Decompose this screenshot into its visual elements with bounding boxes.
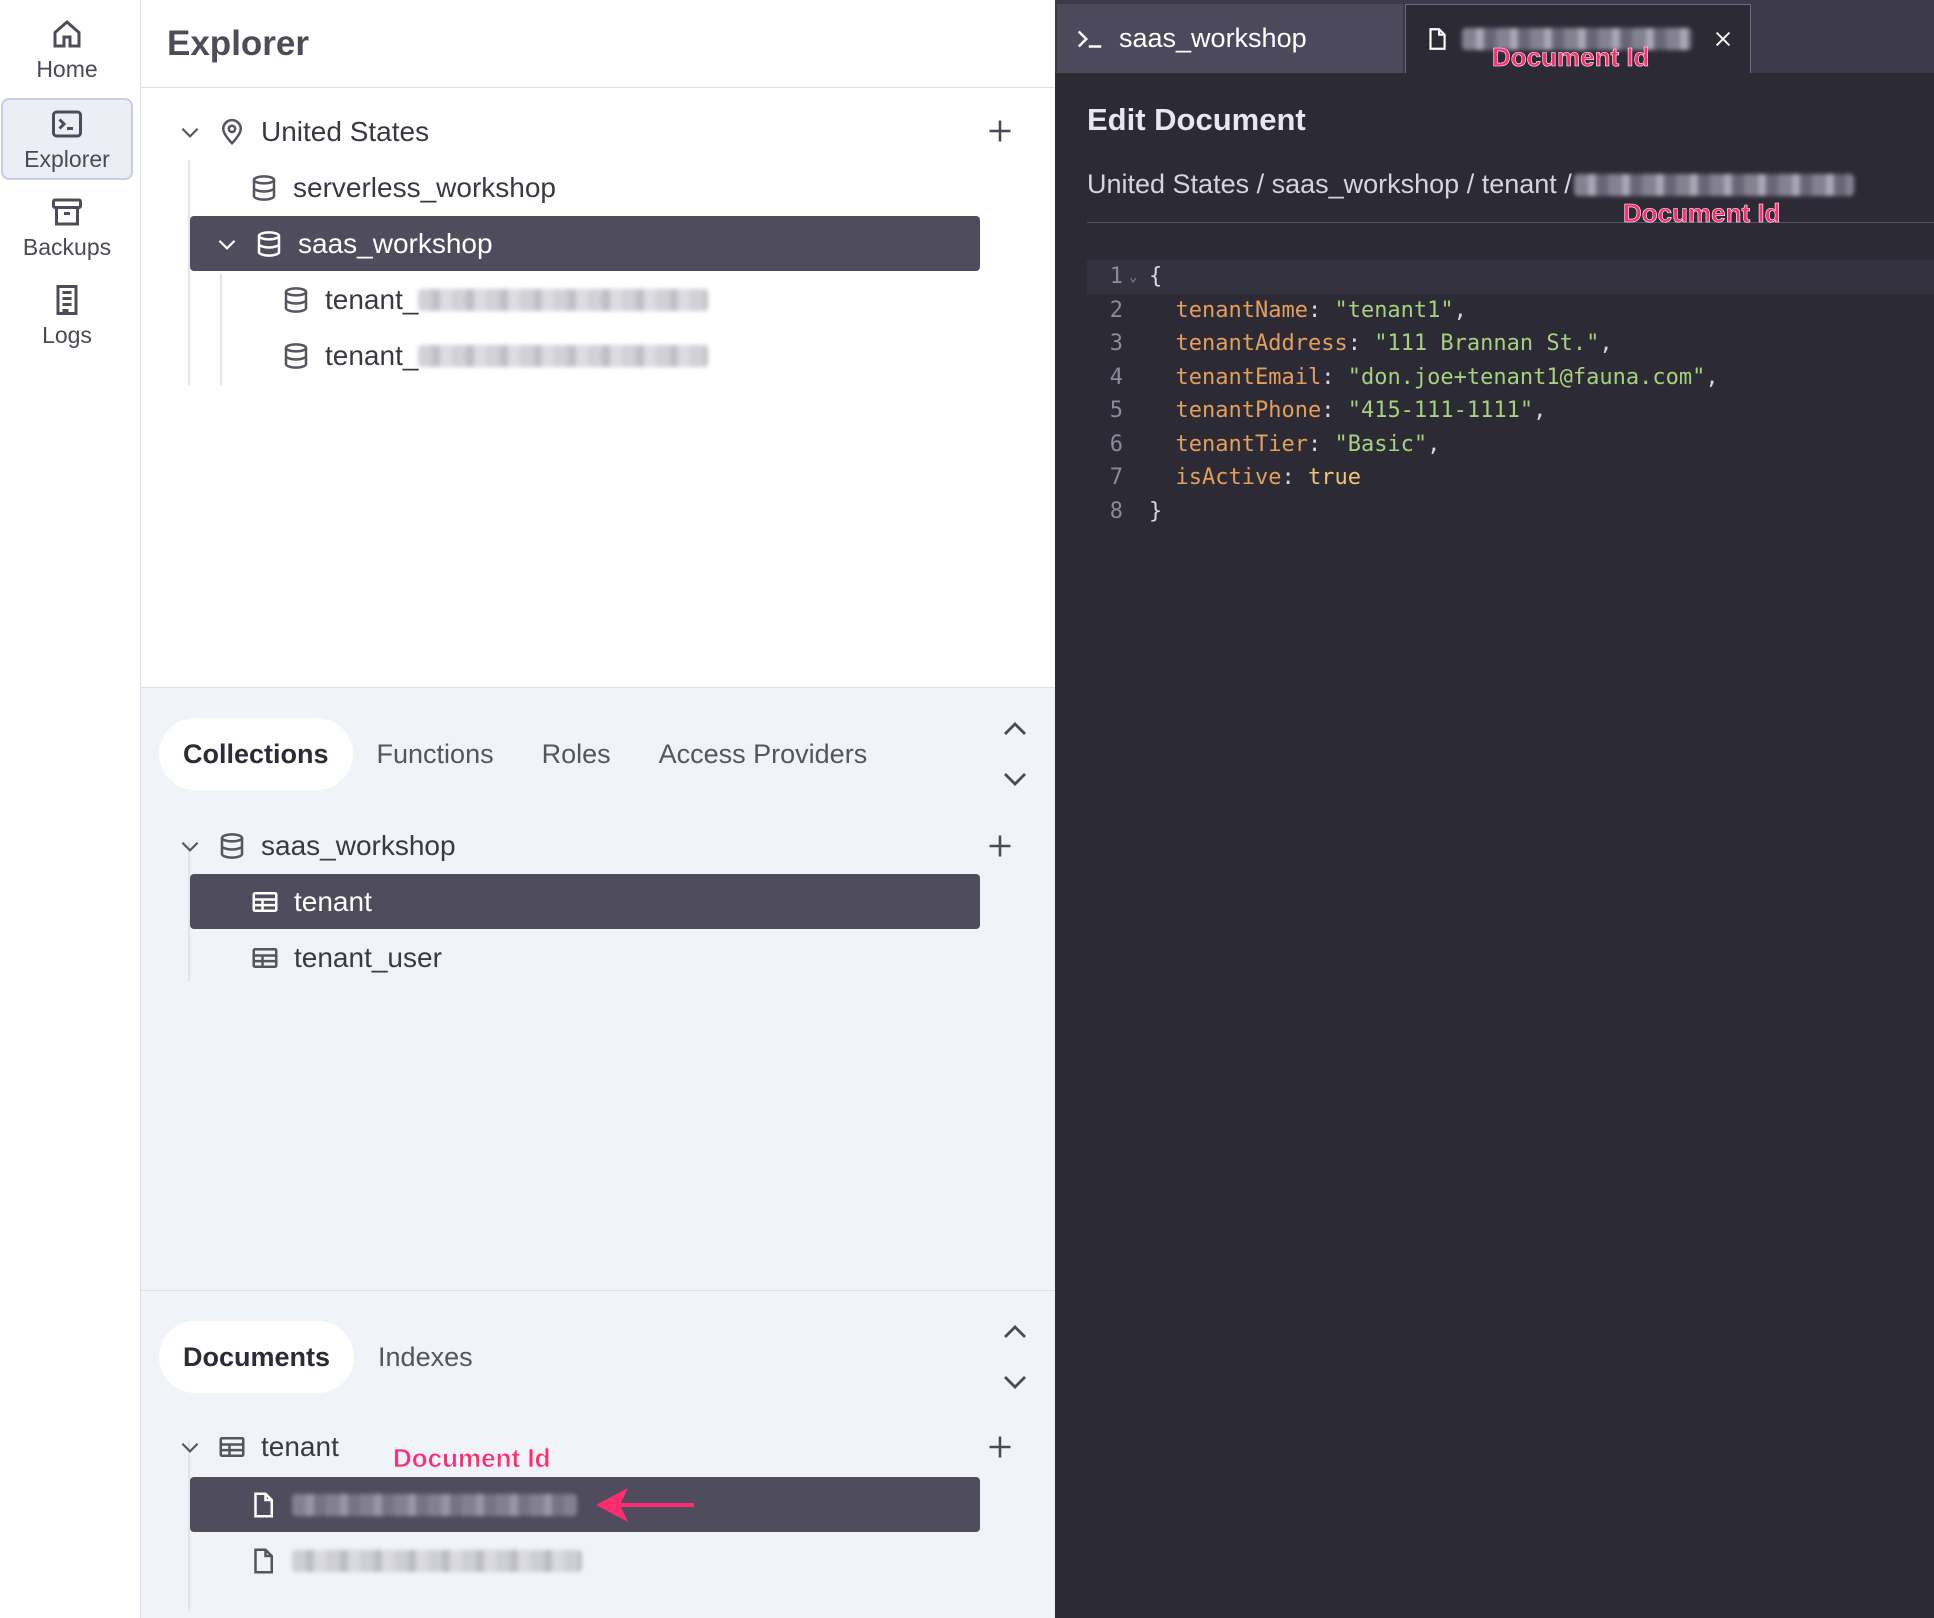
annotation-document-id-list: Document Id: [393, 1443, 551, 1474]
tree-guide: [220, 274, 222, 385]
chevron-down-icon[interactable]: [1000, 1367, 1030, 1397]
annotation-arrow-icon: [596, 1488, 694, 1522]
home-icon: [53, 19, 81, 47]
tab-access-providers[interactable]: Access Providers: [635, 718, 892, 790]
database-icon: [252, 174, 276, 201]
tab-indexes[interactable]: Indexes: [354, 1321, 497, 1393]
region-name: United States: [261, 115, 430, 147]
code-line: 8}: [1109, 498, 1163, 524]
terminal-icon: [52, 110, 82, 137]
database-name: saas_workshop: [298, 227, 493, 259]
database-icon: [257, 230, 281, 257]
chevron-down-icon[interactable]: [177, 833, 203, 859]
shell-icon: [1077, 30, 1102, 48]
tree-guide: [188, 160, 190, 385]
nav-rail: Home Explorer Backups Logs: [0, 0, 141, 1618]
redacted-text: [418, 344, 709, 367]
collection-database-name: saas_workshop: [261, 829, 456, 861]
chevron-up-icon[interactable]: [1000, 1317, 1030, 1347]
documents-panel: Documents Indexes tenant: [141, 1290, 1055, 1618]
location-pin-icon: [221, 118, 243, 145]
explorer-title: Explorer: [167, 24, 309, 63]
annotation-document-id-breadcrumb: Document Id: [1623, 198, 1781, 229]
breadcrumb: United States / saas_workshop / tenant /: [1087, 169, 1854, 200]
database-icon: [284, 286, 308, 313]
code-line: 3 tenantAddress: "111 Brannan St.",: [1109, 331, 1613, 357]
logs-icon: [56, 284, 78, 315]
redacted-document-id: [292, 1493, 577, 1516]
table-icon: [252, 891, 278, 912]
database-icon: [220, 832, 244, 859]
nav-item-home[interactable]: Home: [1, 8, 133, 90]
document-row[interactable]: [190, 1477, 980, 1532]
child-database-name: tenant_: [325, 283, 419, 315]
editor-panel: saas_workshop Edit Document United State…: [1055, 0, 1934, 1618]
documents-tabs: Documents Indexes: [159, 1321, 497, 1393]
document-icon: [254, 1548, 273, 1573]
chevron-down-icon[interactable]: [177, 119, 203, 145]
child-database-row[interactable]: tenant_: [281, 328, 921, 383]
explorer-panel: Explorer United States serverless_worksh…: [141, 0, 1055, 1618]
annotation-document-id-tab: Document Id: [1492, 42, 1650, 73]
nav-label: Home: [36, 55, 98, 82]
nav-label: Logs: [42, 321, 92, 348]
editor-tab-label: saas_workshop: [1119, 23, 1307, 53]
collection-name: tenant: [294, 885, 372, 917]
code-line: 7 isActive: true: [1109, 465, 1361, 491]
breadcrumb-path: United States / saas_workshop / tenant /: [1087, 169, 1572, 199]
fold-chevron-icon[interactable]: ⌄: [1129, 269, 1149, 285]
document-icon: [254, 1492, 273, 1517]
child-database-name: tenant_: [325, 339, 419, 371]
database-row-saas-workshop[interactable]: saas_workshop: [190, 216, 980, 271]
collection-row-tenant-user[interactable]: tenant_user: [250, 930, 950, 985]
code-editor[interactable]: 1 ⌄{ 2 tenantName: "tenant1", 3 tenantAdd…: [1087, 260, 1934, 528]
add-database-icon[interactable]: [986, 117, 1014, 145]
redacted-document-id: [1573, 173, 1854, 196]
table-icon: [219, 1436, 245, 1457]
nav-item-explorer[interactable]: Explorer: [1, 98, 133, 180]
collection-row-tenant[interactable]: tenant: [190, 874, 980, 929]
collections-panel: Collections Functions Roles Access Provi…: [141, 687, 1055, 1290]
tab-collections[interactable]: Collections: [159, 718, 353, 790]
table-icon: [252, 947, 278, 968]
database-name: serverless_workshop: [293, 171, 556, 203]
nav-item-backups[interactable]: Backups: [1, 186, 133, 268]
explorer-header: Explorer: [141, 0, 1055, 88]
code-line: 6 tenantTier: "Basic",: [1109, 431, 1441, 457]
nav-label: Explorer: [24, 145, 110, 172]
breadcrumb-divider: [1087, 222, 1934, 223]
archive-icon: [52, 198, 82, 225]
document-row[interactable]: [248, 1533, 848, 1588]
chevron-down-icon[interactable]: [214, 231, 240, 257]
redacted-document-id: [292, 1549, 582, 1572]
collections-tabs: Collections Functions Roles Access Provi…: [159, 718, 891, 790]
nav-label: Backups: [22, 233, 112, 260]
nav-item-logs[interactable]: Logs: [1, 274, 133, 356]
redacted-text: [418, 288, 709, 311]
documents-collection-name: tenant: [261, 1430, 339, 1462]
editor-tab-shell[interactable]: saas_workshop: [1057, 4, 1403, 73]
region-row[interactable]: United States: [177, 104, 977, 159]
code-line: 1 ⌄{: [1087, 260, 1934, 294]
child-database-row[interactable]: tenant_: [281, 272, 921, 327]
database-row-serverless-workshop[interactable]: serverless_workshop: [249, 160, 949, 215]
chevron-down-icon[interactable]: [177, 1434, 203, 1460]
close-icon[interactable]: [1712, 28, 1734, 50]
tab-documents[interactable]: Documents: [159, 1321, 355, 1393]
document-icon: [1429, 28, 1446, 50]
database-icon: [284, 342, 308, 369]
chevron-down-icon[interactable]: [1000, 764, 1030, 794]
tab-functions[interactable]: Functions: [353, 718, 518, 790]
add-document-icon[interactable]: [986, 1433, 1014, 1461]
collection-name: tenant_user: [294, 941, 442, 973]
editor-title: Edit Document: [1087, 102, 1306, 137]
tab-roles[interactable]: Roles: [518, 718, 635, 790]
collection-database-row[interactable]: saas_workshop: [177, 818, 937, 873]
code-line: 2 tenantName: "tenant1",: [1109, 297, 1467, 323]
chevron-up-icon[interactable]: [1000, 714, 1030, 744]
add-collection-icon[interactable]: [986, 832, 1014, 860]
code-line: 5 tenantPhone: "415-111-1111",: [1109, 398, 1547, 424]
code-line: 4 tenantEmail: "don.joe+tenant1@fauna.co…: [1109, 364, 1719, 390]
